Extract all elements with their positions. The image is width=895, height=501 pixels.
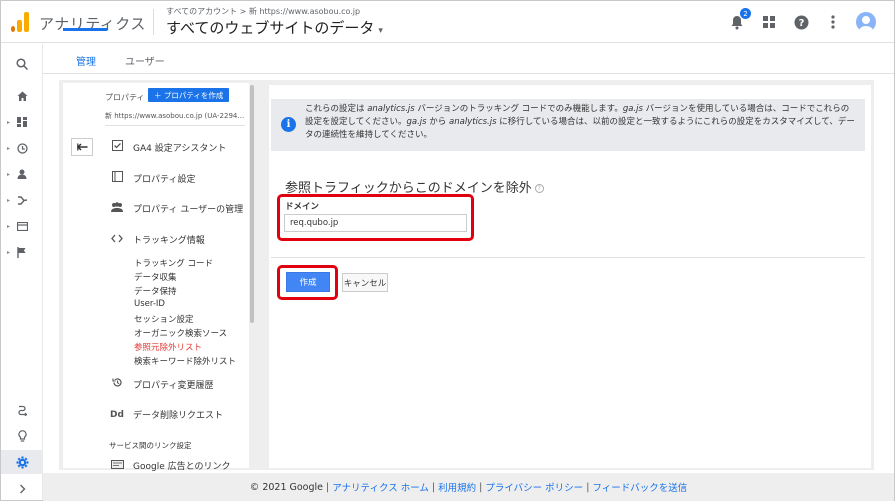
search-icon[interactable] xyxy=(1,54,43,74)
nav-property-user-management[interactable]: プロパティ ユーザーの管理 xyxy=(109,202,243,215)
view-title-text: すべてのウェブサイトのデータ xyxy=(166,19,375,37)
property-divider xyxy=(105,125,245,126)
nav-data-deletion-requests[interactable]: Dd データ削除リクエスト xyxy=(109,408,224,422)
ads-icon xyxy=(109,459,125,472)
view-selector[interactable]: すべてのウェブサイトのデータ ▾ xyxy=(166,17,383,38)
info-notice-text: これらの設定は analytics.js バージョンのトラッキング コードでのみ… xyxy=(305,103,859,142)
nav-tracking-info-label: トラッキング情報 xyxy=(133,236,205,246)
copyright-text: © 2021 Google xyxy=(249,481,324,493)
top-header: アナリティクス すべてのアカウント > 新 https://www.asobou… xyxy=(1,1,894,43)
nav-property-change-history[interactable]: プロパティ変更履歴 xyxy=(109,377,213,391)
tab-admin[interactable]: 管理 xyxy=(76,53,96,68)
subnav-data-collection[interactable]: データ収集 xyxy=(134,271,177,283)
property-selector[interactable]: 新 https://www.asobou.co.jp (UA-2294… xyxy=(105,111,245,121)
nav-tracking-info[interactable]: トラッキング情報 xyxy=(109,233,205,246)
more-vert-icon[interactable] xyxy=(824,13,842,31)
subnav-referral-exclusion-list[interactable]: 参照元除外リスト xyxy=(134,341,202,353)
footer-separator: | xyxy=(326,481,330,493)
product-linking-section-label: サービス間のリンク設定 xyxy=(109,441,192,450)
audience-person-icon[interactable]: ▸ xyxy=(1,164,43,184)
checkbox-icon xyxy=(109,140,125,154)
property-label: プロパティ xyxy=(105,93,145,102)
cancel-button[interactable]: キャンセル xyxy=(342,273,388,292)
acquisition-icon[interactable]: ▸ xyxy=(1,190,43,210)
admin-gear-icon[interactable] xyxy=(1,450,43,474)
nav-property-settings[interactable]: プロパティ設定 xyxy=(109,171,195,185)
notification-badge: 2 xyxy=(740,8,751,19)
notifications-bell-icon[interactable]: 2 xyxy=(728,8,751,31)
property-column-scrollbar[interactable] xyxy=(250,85,254,323)
header-divider xyxy=(153,9,154,35)
back-arrow-icon[interactable] xyxy=(71,138,93,156)
question-help-icon[interactable]: ? xyxy=(534,184,544,193)
customization-dashboard-icon[interactable]: ▸ xyxy=(1,112,43,132)
square-icon xyxy=(109,171,125,185)
subnav-session-settings[interactable]: セッション設定 xyxy=(134,313,194,325)
svg-text:?: ? xyxy=(798,18,804,29)
subnav-tracking-code[interactable]: トラッキング コード xyxy=(134,257,213,269)
create-property-button[interactable]: ＋ プロパティを作成 xyxy=(148,88,230,102)
dd-icon: Dd xyxy=(110,409,124,420)
active-tab-indicator xyxy=(63,28,107,31)
domain-input[interactable] xyxy=(284,214,467,232)
footer-link-terms[interactable]: 利用規約 xyxy=(438,480,476,494)
nav-google-ads-linking[interactable]: Google 広告とのリンク xyxy=(109,459,231,472)
attribution-icon[interactable] xyxy=(1,400,43,420)
nav-ga4-setup-assistant[interactable]: GA4 設定アシスタント xyxy=(109,140,226,154)
expand-chevron-right-icon[interactable] xyxy=(1,479,43,499)
info-icon: i xyxy=(281,117,296,132)
nav-data-deletion-requests-label: データ削除リクエスト xyxy=(133,411,224,421)
info-line-2: 設定を設定してください。ga.js から analytics.js に移行してい… xyxy=(305,117,855,127)
subnav-organic-search-sources[interactable]: オーガニック検索ソース xyxy=(134,327,227,339)
account-avatar[interactable] xyxy=(856,12,876,32)
footer-separator: | xyxy=(479,481,483,493)
analytics-logo-icon[interactable] xyxy=(11,12,29,32)
nav-property-change-history-label: プロパティ変更履歴 xyxy=(133,380,214,391)
caret-down-icon: ▾ xyxy=(378,26,383,36)
help-icon[interactable]: ? xyxy=(792,13,810,31)
nav-property-user-management-label: プロパティ ユーザーの管理 xyxy=(133,205,244,215)
footer-link-feedback[interactable]: フィードバックを送信 xyxy=(592,480,687,494)
users-icon xyxy=(109,202,125,215)
header-actions: 2 ? xyxy=(728,8,876,32)
home-icon[interactable] xyxy=(1,86,43,106)
nav-ga4-setup-assistant-label: GA4 設定アシスタント xyxy=(133,143,227,154)
footer-link-analytics-home[interactable]: アナリティクス ホーム xyxy=(332,480,429,494)
discover-lightbulb-icon[interactable] xyxy=(1,426,43,446)
info-line-1: これらの設定は analytics.js バージョンのトラッキング コードでのみ… xyxy=(305,104,850,114)
tab-user[interactable]: ユーザー xyxy=(125,53,165,68)
page-footer: © 2021 Google | アナリティクス ホーム | 利用規約 | プライ… xyxy=(43,473,894,501)
form-divider xyxy=(271,257,865,258)
apps-grid-icon[interactable] xyxy=(760,13,778,31)
footer-separator: | xyxy=(586,481,590,493)
info-line-3: タの連続性を維持してください。 xyxy=(305,130,432,140)
behavior-icon[interactable]: ▸ xyxy=(1,216,43,236)
subnav-search-term-exclusion-list[interactable]: 検索キーワード除外リスト xyxy=(134,355,236,367)
account-breadcrumb[interactable]: すべてのアカウント > 新 https://www.asobou.co.jp xyxy=(166,6,360,17)
domain-label: ドメイン xyxy=(285,202,320,212)
conversions-flag-icon[interactable]: ▸ xyxy=(1,242,43,262)
history-icon xyxy=(109,377,125,391)
create-button[interactable]: 作成 xyxy=(286,272,330,292)
footer-separator: | xyxy=(431,481,436,493)
realtime-clock-icon[interactable]: ▸ xyxy=(1,138,43,158)
footer-link-privacy[interactable]: プライバシー ポリシー xyxy=(485,480,583,494)
subnav-user-id[interactable]: User-ID xyxy=(134,299,165,309)
left-navigation: ▸ ▸ ▸ ▸ ▸ ▸ xyxy=(1,44,43,500)
code-icon xyxy=(109,234,125,246)
nav-property-settings-label: プロパティ設定 xyxy=(133,174,196,185)
subnav-data-retention[interactable]: データ保持 xyxy=(134,285,177,297)
nav-google-ads-linking-label: Google 広告とのリンク xyxy=(133,462,231,472)
admin-tabs: 管理 ユーザー xyxy=(43,44,894,74)
